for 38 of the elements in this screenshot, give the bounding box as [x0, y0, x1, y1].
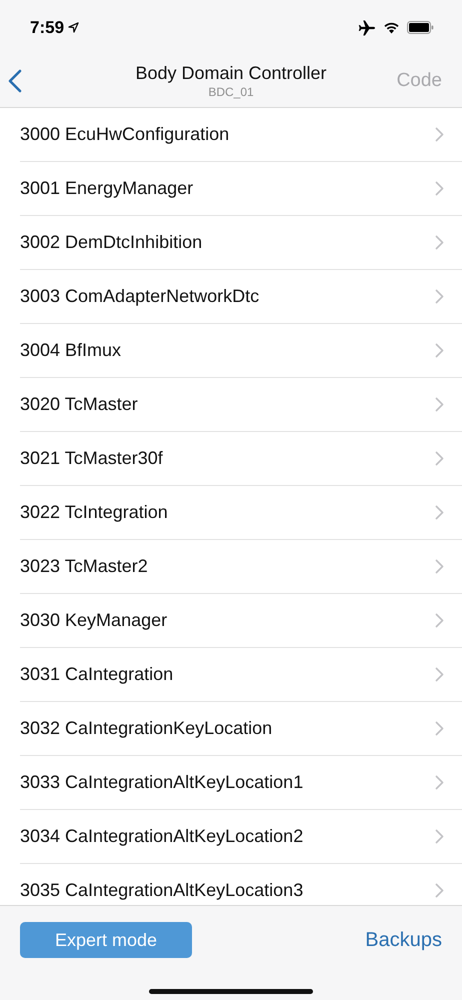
battery-icon — [407, 21, 434, 34]
list-row[interactable]: 3021 TcMaster30f — [20, 432, 462, 486]
chevron-icon — [435, 343, 444, 358]
list-row[interactable]: 3000 EcuHwConfiguration — [20, 108, 462, 162]
backups-button[interactable]: Backups — [365, 928, 442, 952]
list-row[interactable]: 3003 ComAdapterNetworkDtc — [20, 270, 462, 324]
chevron-icon — [435, 775, 444, 790]
wifi-icon — [383, 21, 400, 34]
location-arrow-icon — [68, 22, 80, 33]
nav-subtitle: BDC_01 — [208, 85, 254, 99]
nav-title: Body Domain Controller — [135, 63, 327, 84]
list-row[interactable]: 3031 CaIntegration — [20, 648, 462, 702]
chevron-icon — [435, 829, 444, 844]
chevron-icon — [435, 235, 444, 250]
list-row[interactable]: 3033 CaIntegrationAltKeyLocation1 — [20, 756, 462, 810]
list-row[interactable]: 3002 DemDtcInhibition — [20, 216, 462, 270]
chevron-icon — [435, 397, 444, 412]
list-row[interactable]: 3032 CaIntegrationKeyLocation — [20, 702, 462, 756]
list-row[interactable]: 3020 TcMaster — [20, 378, 462, 432]
status-time: 7:59 — [30, 18, 64, 38]
chevron-icon — [435, 559, 444, 574]
chevron-icon — [435, 181, 444, 196]
list-row[interactable]: 3034 CaIntegrationAltKeyLocation2 — [20, 810, 462, 864]
chevron-icon — [435, 613, 444, 628]
chevron-icon — [435, 127, 444, 142]
list-row[interactable]: 3030 KeyManager — [20, 594, 462, 648]
airplane-icon — [358, 20, 376, 36]
chevron-icon — [435, 667, 444, 682]
list-row[interactable]: 3001 EnergyManager — [20, 162, 462, 216]
list-row[interactable]: 3004 BfImux — [20, 324, 462, 378]
back-chevron-icon — [8, 69, 22, 93]
list-row[interactable]: 3022 TcIntegration — [20, 486, 462, 540]
list-row[interactable]: 3023 TcMaster2 — [20, 540, 462, 594]
chevron-icon — [435, 883, 444, 898]
chevron-icon — [435, 505, 444, 520]
chevron-icon — [435, 289, 444, 304]
chevron-icon — [435, 451, 444, 466]
chevron-icon — [435, 721, 444, 736]
